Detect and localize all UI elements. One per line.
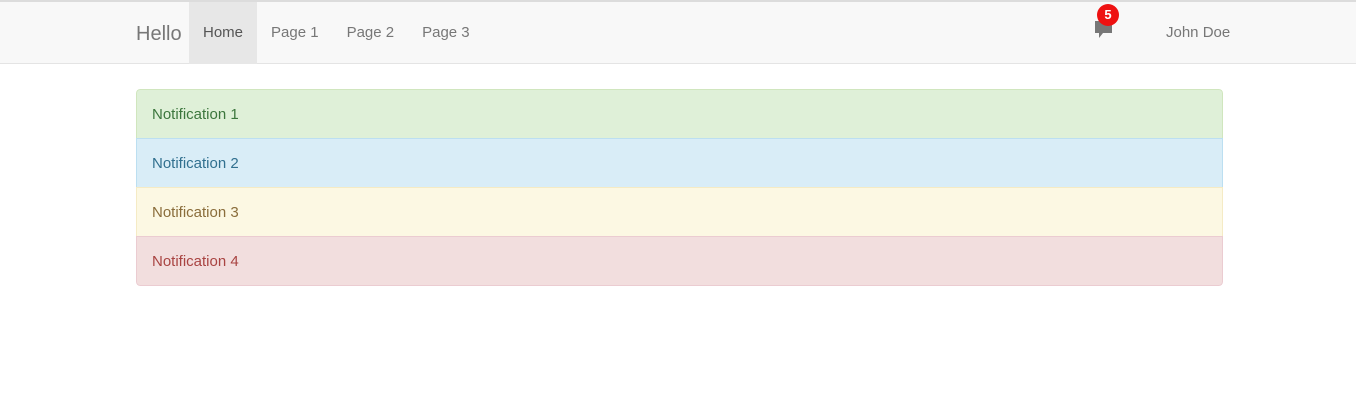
notification-item-4[interactable]: Notification 4 — [136, 236, 1223, 286]
navbar-brand[interactable]: Hello — [136, 4, 182, 64]
user-menu[interactable]: John Doe — [1166, 2, 1230, 64]
nav-item-home[interactable]: Home — [189, 2, 258, 64]
notification-list: Notification 1 Notification 2 Notificati… — [136, 89, 1223, 286]
nav-item-page-3[interactable]: Page 3 — [408, 2, 484, 64]
notification-item-3[interactable]: Notification 3 — [136, 187, 1223, 237]
navbar: Hello Home Page 1 Page 2 Page 3 5 John D… — [0, 0, 1356, 64]
nav-item-page-2[interactable]: Page 2 — [333, 2, 409, 64]
nav-list: Home Page 1 Page 2 Page 3 — [189, 2, 484, 64]
notification-item-2[interactable]: Notification 2 — [136, 138, 1223, 188]
notification-item-1[interactable]: Notification 1 — [136, 89, 1223, 139]
notification-count-badge[interactable]: 5 — [1097, 4, 1119, 26]
nav-item-page-1[interactable]: Page 1 — [257, 2, 333, 64]
